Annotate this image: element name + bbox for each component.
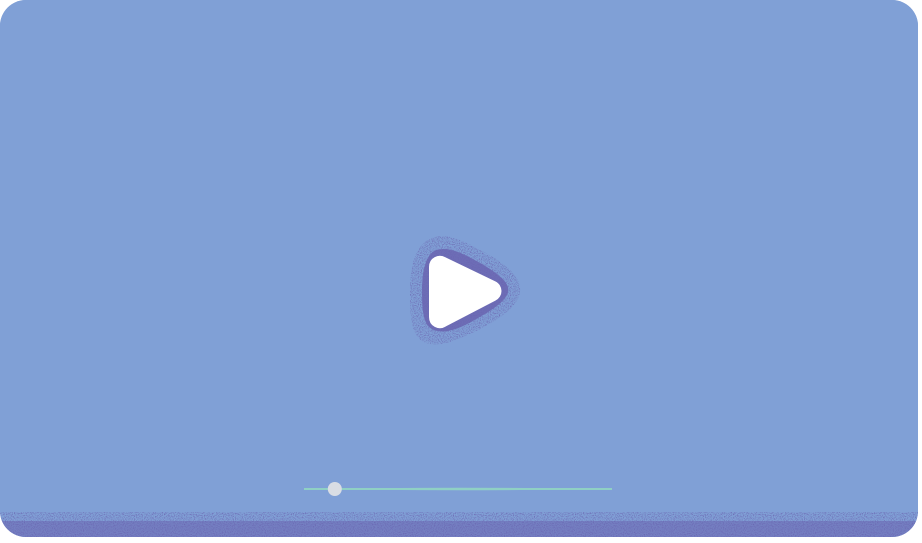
video-player bbox=[0, 0, 918, 537]
play-button[interactable] bbox=[406, 230, 526, 352]
progress-scrubber[interactable] bbox=[300, 478, 618, 500]
progress-thumb[interactable] bbox=[327, 482, 342, 496]
